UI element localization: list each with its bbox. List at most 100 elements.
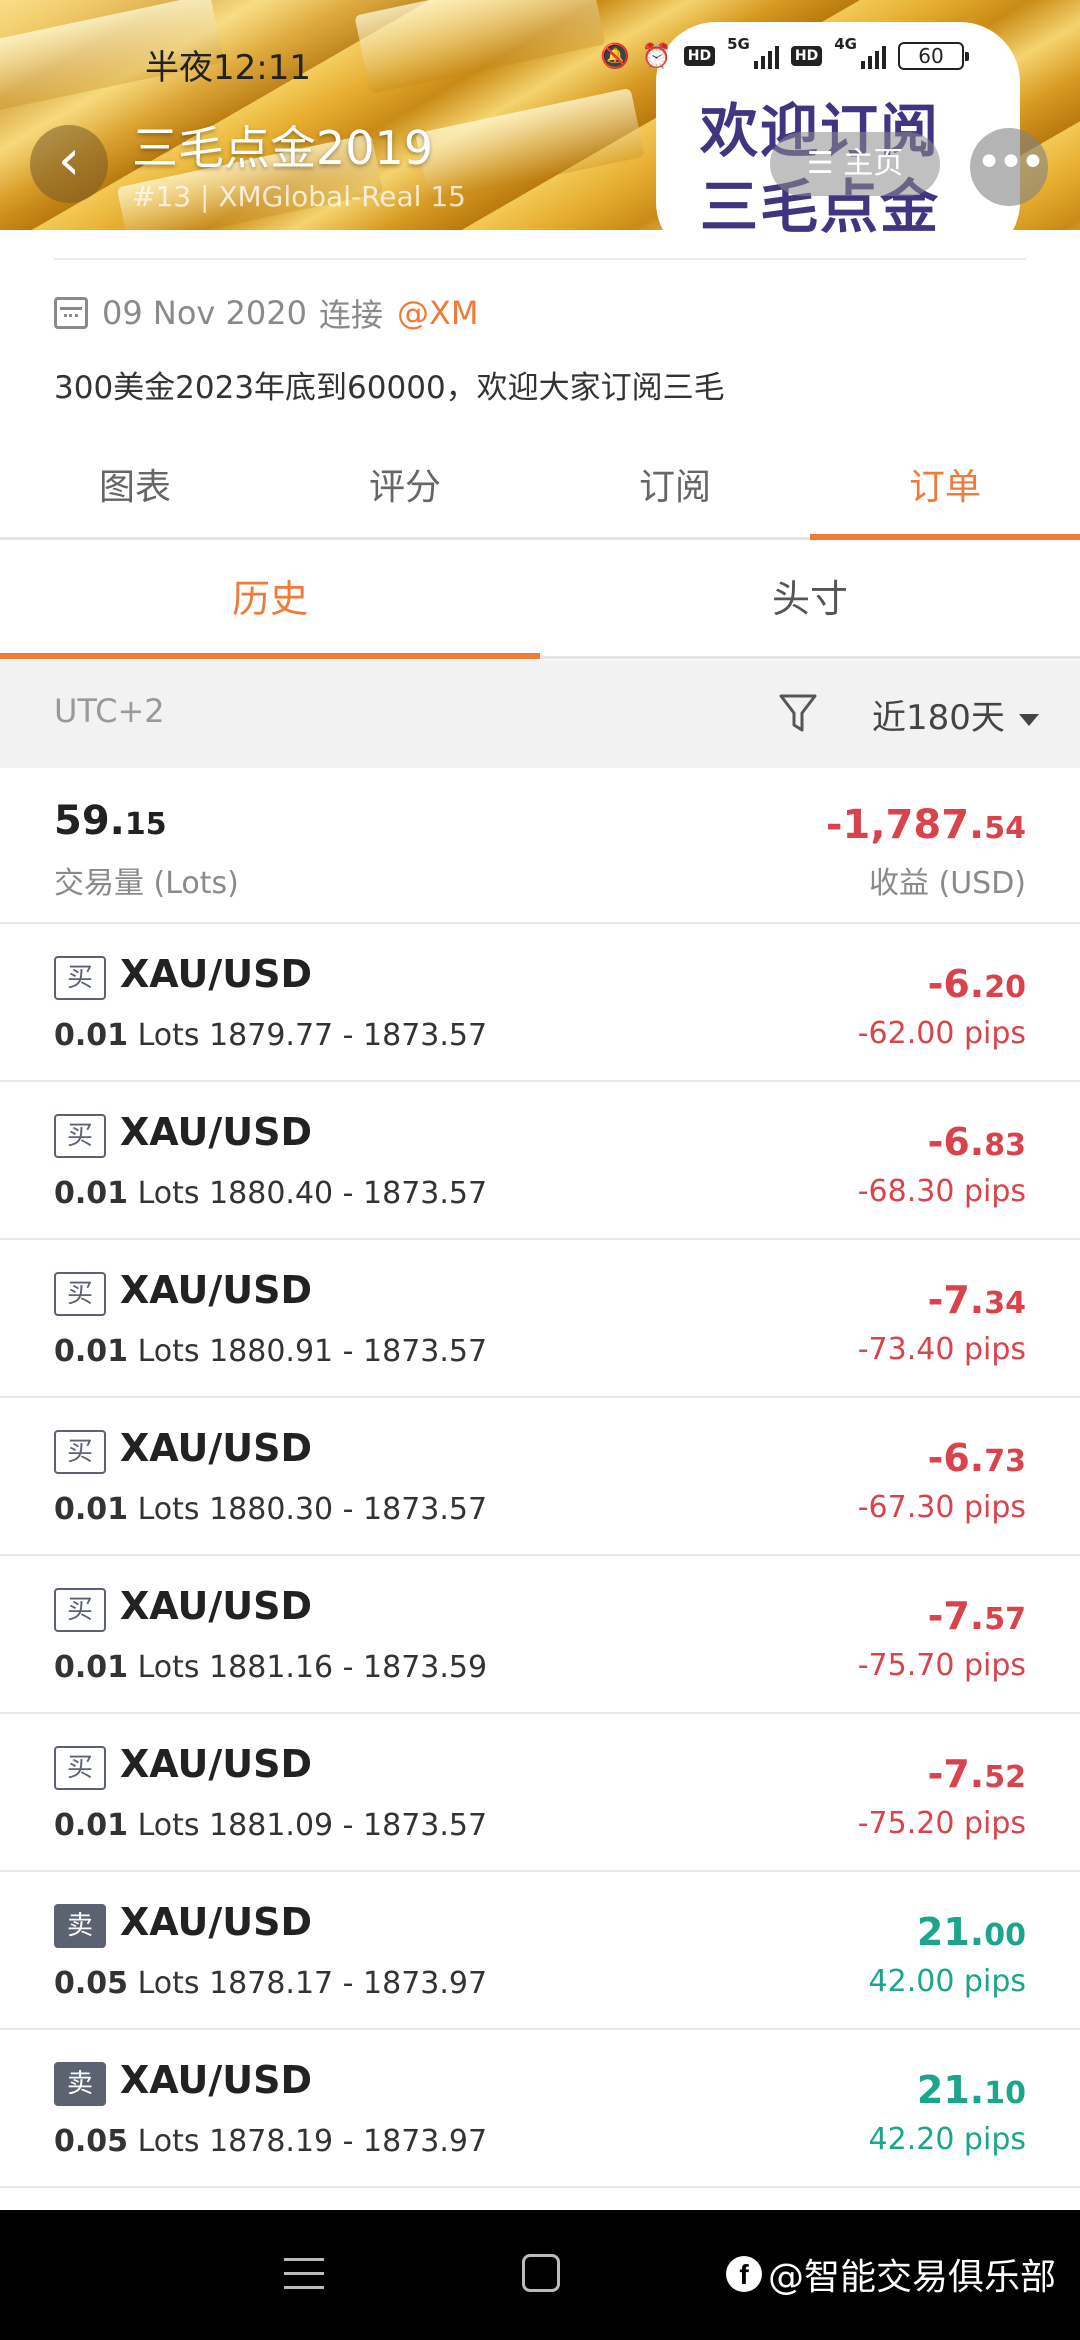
caret-down-icon bbox=[1018, 713, 1039, 726]
order-profit: 21.00 bbox=[917, 1910, 1026, 1954]
order-row[interactable]: 卖 XAU/USD 0.05 Lots 1878.19 - 1873.97 21.10… bbox=[0, 2030, 1080, 2188]
connect-label: 连接 bbox=[318, 296, 383, 334]
chevron-left-icon: ‹ bbox=[57, 128, 81, 193]
order-row[interactable]: 买 XAU/USD 0.01 Lots 1881.16 - 1873.59 -7.57… bbox=[0, 1556, 1080, 1714]
recent-apps-icon[interactable] bbox=[284, 2258, 324, 2292]
order-profit-int: 21. bbox=[916, 2068, 985, 2112]
order-profit: -6.20 bbox=[928, 962, 1026, 1006]
order-profit: -7.52 bbox=[928, 1752, 1026, 1796]
battery-icon: 60 bbox=[897, 42, 969, 70]
divider bbox=[54, 258, 1026, 260]
order-detail: 0.01 Lots 1881.16 - 1873.59 bbox=[54, 1650, 487, 1685]
order-prices: 1881.09 - 1873.57 bbox=[209, 1808, 488, 1843]
subtab-positions[interactable]: 头寸 bbox=[540, 543, 1080, 656]
order-profit-int: -7. bbox=[927, 1278, 985, 1322]
order-lots-unit: Lots bbox=[137, 1966, 200, 2001]
more-icon: ••• bbox=[976, 137, 1046, 188]
signal-icon-2 bbox=[860, 43, 886, 69]
order-lots: 0.01 bbox=[54, 1492, 129, 1527]
order-lots-unit: Lots bbox=[137, 2124, 200, 2159]
order-row[interactable]: 买 XAU/USD 0.01 Lots 1880.30 - 1873.57 -6.73… bbox=[0, 1398, 1080, 1556]
status-time: 半夜12:11 bbox=[145, 48, 311, 88]
broker-link[interactable]: @XM bbox=[397, 294, 479, 332]
order-pips: -62.00 pips bbox=[857, 1016, 1026, 1051]
order-lots: 0.01 bbox=[54, 1650, 129, 1685]
order-prices: 1880.30 - 1873.57 bbox=[209, 1492, 488, 1527]
timezone-label: UTC+2 bbox=[54, 692, 165, 730]
order-prices: 1878.19 - 1873.97 bbox=[209, 2124, 488, 2159]
order-side-badge: 买 bbox=[54, 1430, 106, 1474]
order-profit-int: -6. bbox=[927, 1120, 985, 1164]
back-button[interactable]: ‹ bbox=[30, 125, 108, 203]
tab-orders[interactable]: 订单 bbox=[810, 440, 1080, 540]
order-side-badge: 买 bbox=[54, 1272, 106, 1316]
order-pips: 42.00 pips bbox=[868, 1964, 1026, 1999]
tab-chart[interactable]: 图表 bbox=[0, 440, 270, 537]
signal-icon bbox=[753, 43, 779, 69]
home-button[interactable]: ☰ 主页 bbox=[770, 132, 940, 196]
order-lots: 0.01 bbox=[54, 1808, 129, 1843]
connect-date: 09 Nov 2020 bbox=[102, 294, 307, 332]
order-profit-int: -7. bbox=[927, 1752, 985, 1796]
order-row[interactable]: 卖 XAU/USD 0.05 Lots 1878.17 - 1873.97 21.00… bbox=[0, 1872, 1080, 2030]
subtab-history[interactable]: 历史 bbox=[0, 543, 540, 659]
order-symbol: XAU/USD bbox=[120, 1110, 313, 1154]
order-prices: 1879.77 - 1873.57 bbox=[209, 1018, 488, 1053]
strategy-description: 300美金2023年底到60000，欢迎大家订阅三毛 bbox=[54, 370, 725, 406]
order-row[interactable]: 买 XAU/USD 0.01 Lots 1880.91 - 1873.57 -7.34… bbox=[0, 1240, 1080, 1398]
facebook-icon: f bbox=[726, 2256, 762, 2292]
order-detail: 0.05 Lots 1878.17 - 1873.97 bbox=[54, 1966, 487, 2001]
profit-label: 收益 (USD) bbox=[868, 866, 1026, 901]
network-4g-label: 4G bbox=[834, 35, 857, 53]
order-profit-dec: 57 bbox=[984, 1602, 1026, 1637]
order-symbol: XAU/USD bbox=[120, 2058, 313, 2102]
order-side-badge: 卖 bbox=[54, 2062, 106, 2106]
order-detail: 0.01 Lots 1881.09 - 1873.57 bbox=[54, 1808, 487, 1843]
order-detail: 0.01 Lots 1879.77 - 1873.57 bbox=[54, 1018, 487, 1053]
strategy-title: 三毛点金2019 bbox=[132, 121, 434, 175]
order-prices: 1880.40 - 1873.57 bbox=[209, 1176, 488, 1211]
history-summary: 59.15 交易量 (Lots) -1,787.54 收益 (USD) bbox=[0, 768, 1080, 924]
order-symbol: XAU/USD bbox=[120, 1742, 313, 1786]
order-profit: -7.57 bbox=[928, 1594, 1026, 1638]
order-symbol: XAU/USD bbox=[120, 1268, 313, 1312]
network-5g-label: 5G bbox=[727, 35, 750, 53]
tab-subscribe[interactable]: 订阅 bbox=[540, 440, 810, 537]
more-button[interactable]: ••• bbox=[970, 128, 1048, 206]
order-side-badge: 买 bbox=[54, 956, 106, 1000]
menu-icon: ☰ bbox=[806, 146, 844, 181]
profit-dec: 54 bbox=[984, 811, 1026, 846]
order-detail: 0.05 Lots 1878.19 - 1873.97 bbox=[54, 2124, 487, 2159]
order-symbol: XAU/USD bbox=[120, 952, 313, 996]
tab-rating[interactable]: 评分 bbox=[270, 440, 540, 537]
order-list: 买 XAU/USD 0.01 Lots 1879.77 - 1873.57 -6.20… bbox=[0, 924, 1080, 2188]
order-pips: -73.40 pips bbox=[857, 1332, 1026, 1367]
order-pips: 42.20 pips bbox=[868, 2122, 1026, 2157]
order-detail: 0.01 Lots 1880.40 - 1873.57 bbox=[54, 1176, 487, 1211]
order-row[interactable]: 买 XAU/USD 0.01 Lots 1879.77 - 1873.57 -6.20… bbox=[0, 924, 1080, 1082]
order-row[interactable]: 买 XAU/USD 0.01 Lots 1880.40 - 1873.57 -6.83… bbox=[0, 1082, 1080, 1240]
order-profit: -6.83 bbox=[928, 1120, 1026, 1164]
volume-int: 59. bbox=[54, 798, 125, 844]
order-lots: 0.05 bbox=[54, 2124, 129, 2159]
filter-bar: UTC+2 近180天 bbox=[0, 660, 1080, 768]
range-dropdown[interactable]: 近180天 bbox=[872, 690, 1039, 739]
profit-int: -1,787. bbox=[825, 802, 985, 848]
strategy-subtitle: #13 | XMGlobal-Real 15 bbox=[132, 180, 466, 213]
order-subtabs: 历史 头寸 bbox=[0, 543, 1080, 659]
order-lots: 0.01 bbox=[54, 1176, 129, 1211]
home-icon[interactable] bbox=[522, 2254, 560, 2292]
calendar-icon bbox=[54, 297, 88, 329]
order-side-badge: 买 bbox=[54, 1588, 106, 1632]
order-profit-dec: 83 bbox=[984, 1128, 1026, 1163]
order-detail: 0.01 Lots 1880.30 - 1873.57 bbox=[54, 1492, 487, 1527]
order-prices: 1881.16 - 1873.59 bbox=[209, 1650, 488, 1685]
order-side-badge: 买 bbox=[54, 1114, 106, 1158]
order-profit: 21.10 bbox=[917, 2068, 1026, 2112]
filter-icon[interactable] bbox=[778, 692, 818, 736]
order-row[interactable]: 买 XAU/USD 0.01 Lots 1881.09 - 1873.57 -7.52… bbox=[0, 1714, 1080, 1872]
order-pips: -75.70 pips bbox=[857, 1648, 1026, 1683]
order-side-badge: 卖 bbox=[54, 1904, 106, 1948]
order-lots-unit: Lots bbox=[137, 1492, 200, 1527]
main-tabs: 图表 评分 订阅 订单 bbox=[0, 440, 1080, 540]
